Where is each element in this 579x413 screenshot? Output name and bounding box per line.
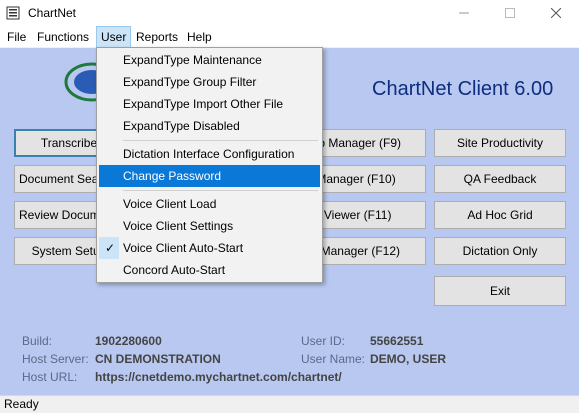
close-button[interactable] bbox=[533, 0, 579, 26]
user-name-label: User Name: bbox=[301, 352, 366, 366]
user-name-info: User Name: bbox=[301, 352, 365, 366]
host-server-value: CN DEMONSTRATION bbox=[95, 352, 221, 366]
minimize-button[interactable] bbox=[441, 0, 487, 26]
host-server-info: Host Server: bbox=[22, 352, 89, 366]
build-value: 1902280600 bbox=[95, 334, 162, 348]
status-text: Ready bbox=[4, 397, 39, 411]
menu-item-voice-client-settings[interactable]: Voice Client Settings bbox=[99, 215, 320, 237]
user-id-info: User ID: bbox=[301, 334, 345, 348]
host-server-value-wrap: CN DEMONSTRATION bbox=[95, 352, 221, 366]
checkmark-icon: ✓ bbox=[105, 241, 116, 255]
menu-separator bbox=[123, 140, 318, 141]
menu-help[interactable]: Help bbox=[183, 26, 216, 48]
menu-item-concord-auto-start[interactable]: Concord Auto-Start bbox=[99, 259, 320, 281]
menu-item-expandtype-maintenance[interactable]: ExpandType Maintenance bbox=[99, 49, 320, 71]
menu-item-dictation-interface-config[interactable]: Dictation Interface Configuration bbox=[99, 143, 320, 165]
title-bar: ChartNet bbox=[0, 0, 579, 26]
menu-item-expandtype-disabled[interactable]: ExpandType Disabled bbox=[99, 115, 320, 137]
close-icon bbox=[551, 8, 561, 18]
maximize-button[interactable] bbox=[487, 0, 533, 26]
status-bar: Ready bbox=[0, 395, 579, 413]
user-name-value: DEMO, USER bbox=[370, 352, 447, 366]
menu-item-change-password[interactable]: Change Password bbox=[99, 165, 320, 187]
menu-user[interactable]: User bbox=[96, 26, 132, 48]
host-url-label: Host URL: bbox=[22, 370, 78, 384]
build-value-wrap: 1902280600 bbox=[95, 334, 162, 348]
host-server-label: Host Server: bbox=[22, 352, 89, 366]
build-label: Build: bbox=[22, 334, 53, 348]
build-info: Build: bbox=[22, 334, 52, 348]
minimize-icon bbox=[459, 12, 469, 14]
user-id-value: 55662551 bbox=[370, 334, 424, 348]
user-id-value-wrap: 55662551 bbox=[370, 334, 423, 348]
user-menu-dropdown: ExpandType Maintenance ExpandType Group … bbox=[96, 47, 323, 283]
menu-separator bbox=[123, 190, 318, 191]
host-url-value-wrap: https://cnetdemo.mychartnet.com/chartnet… bbox=[95, 370, 342, 384]
menu-item-label: Voice Client Auto-Start bbox=[123, 241, 244, 255]
product-title: ChartNet Client 6.00 bbox=[372, 78, 554, 100]
exit-button[interactable]: Exit bbox=[434, 276, 566, 306]
window-title: ChartNet bbox=[28, 6, 77, 20]
menu-functions[interactable]: Functions bbox=[33, 26, 93, 48]
site-productivity-button[interactable]: Site Productivity bbox=[434, 129, 566, 157]
dictation-only-button[interactable]: Dictation Only bbox=[434, 237, 566, 265]
menu-item-expandtype-import[interactable]: ExpandType Import Other File bbox=[99, 93, 320, 115]
menu-file[interactable]: File bbox=[3, 26, 30, 48]
host-url-info: Host URL: bbox=[22, 370, 77, 384]
qa-feedback-button[interactable]: QA Feedback bbox=[434, 165, 566, 193]
app-icon bbox=[6, 6, 20, 20]
menu-reports[interactable]: Reports bbox=[132, 26, 182, 48]
menu-item-expandtype-group-filter[interactable]: ExpandType Group Filter bbox=[99, 71, 320, 93]
menu-bar: File Functions User Reports Help bbox=[0, 26, 579, 48]
user-id-label: User ID: bbox=[301, 334, 346, 348]
user-name-value-wrap: DEMO, USER bbox=[370, 352, 446, 366]
ad-hoc-grid-button[interactable]: Ad Hoc Grid bbox=[434, 201, 566, 229]
menu-item-voice-client-auto-start[interactable]: ✓ Voice Client Auto-Start bbox=[99, 237, 320, 259]
maximize-icon bbox=[505, 8, 515, 18]
host-url-value: https://cnetdemo.mychartnet.com/chartnet… bbox=[95, 370, 342, 384]
menu-item-voice-client-load[interactable]: Voice Client Load bbox=[99, 193, 320, 215]
